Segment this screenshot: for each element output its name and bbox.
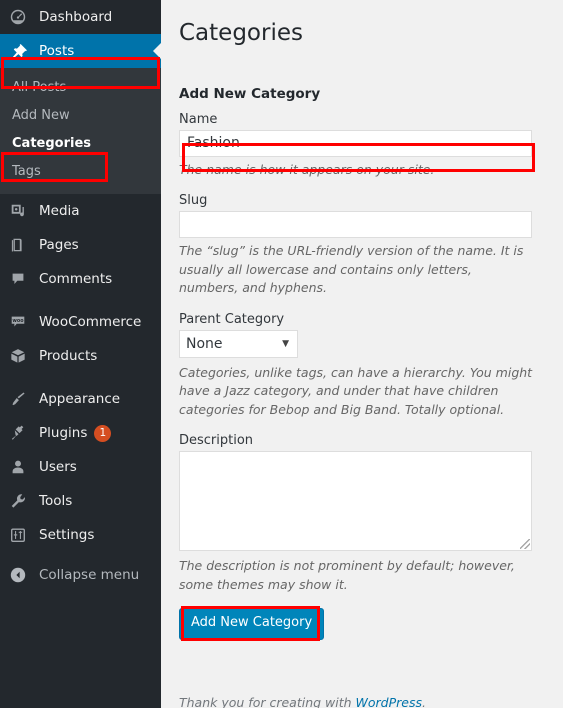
sidebar-item-pages[interactable]: Pages: [0, 228, 161, 262]
parent-category-help-text: Categories, unlike tags, can have a hier…: [179, 364, 533, 417]
sidebar-item-plugins[interactable]: Plugins 1: [0, 416, 161, 450]
collapse-menu-button[interactable]: Collapse menu: [0, 558, 161, 592]
slug-field-label: Slug: [179, 193, 208, 209]
svg-text:woo: woo: [12, 318, 24, 324]
user-icon: [9, 457, 31, 477]
active-menu-arrow-icon: [153, 43, 161, 59]
sidebar-item-label: WooCommerce: [39, 314, 142, 330]
sidebar-subitem-add-new[interactable]: Add New: [0, 102, 161, 130]
sidebar-item-settings[interactable]: Settings: [0, 518, 161, 552]
slug-help-text: The “slug” is the URL-friendly version o…: [179, 243, 524, 296]
parent-category-select[interactable]: None ▼: [179, 329, 298, 358]
sidebar-item-media[interactable]: Media: [0, 194, 161, 228]
admin-sidebar-menu: Dashboard Posts All Posts Add New Catego…: [0, 0, 161, 708]
paintbrush-icon: [9, 389, 31, 409]
resize-handle-icon[interactable]: [520, 539, 530, 550]
sidebar-item-label: Comments: [39, 271, 113, 287]
sidebar-subitem-tags[interactable]: Tags: [0, 158, 161, 186]
name-help-text: The name is how it appears on your site.: [179, 161, 435, 177]
sidebar-item-label: Plugins: [39, 425, 88, 441]
box-icon: [9, 346, 31, 366]
add-new-category-submit-button[interactable]: Add New Category: [179, 608, 325, 641]
wordpress-admin-screen: Dashboard Posts All Posts Add New Catego…: [0, 0, 563, 708]
plug-icon: [9, 423, 31, 443]
media-icon: [9, 201, 31, 221]
sidebar-item-label: Tools: [39, 493, 73, 509]
footer-text-before: Thank you for creating with: [179, 695, 356, 708]
add-new-category-heading: Add New Category: [179, 85, 321, 102]
sidebar-subitem-categories[interactable]: Categories: [0, 130, 161, 158]
sidebar-item-products[interactable]: Products: [0, 339, 161, 373]
collapse-menu-label: Collapse menu: [39, 567, 140, 583]
name-input[interactable]: [179, 129, 532, 157]
sidebar-item-dashboard[interactable]: Dashboard: [0, 0, 161, 34]
sidebar-subitem-all-posts[interactable]: All Posts: [0, 74, 161, 102]
description-textarea-wrapper[interactable]: [179, 451, 532, 552]
page-title: Categories: [179, 20, 303, 46]
sidebar-item-posts[interactable]: Posts: [0, 34, 161, 68]
name-field-label: Name: [179, 111, 218, 127]
posts-submenu: All Posts Add New Categories Tags: [0, 68, 161, 194]
sliders-icon: [9, 525, 31, 545]
sidebar-item-label: Dashboard: [39, 9, 113, 25]
footer-credit: Thank you for creating with WordPress.: [179, 695, 426, 708]
main-content-area: Categories Add New Category Name The nam…: [161, 0, 563, 708]
description-help-text: The description is not prominent by defa…: [179, 558, 515, 592]
sidebar-item-comments[interactable]: Comments: [0, 262, 161, 296]
sidebar-item-label: Appearance: [39, 391, 121, 407]
sidebar-item-label: Pages: [39, 237, 79, 253]
sidebar-item-label: Posts: [39, 43, 75, 59]
pages-icon: [9, 235, 31, 255]
sidebar-item-tools[interactable]: Tools: [0, 484, 161, 518]
wrench-icon: [9, 491, 31, 511]
parent-category-selected-value: None: [186, 335, 223, 352]
description-field-label: Description: [179, 433, 254, 449]
comment-bubble-icon: [9, 269, 31, 289]
parent-category-label: Parent Category: [179, 311, 285, 327]
sidebar-item-label: Media: [39, 203, 80, 219]
sidebar-item-users[interactable]: Users: [0, 450, 161, 484]
sidebar-item-label: Settings: [39, 527, 95, 543]
sidebar-item-woocommerce[interactable]: woo WooCommerce: [0, 305, 161, 339]
menu-separator: [0, 373, 161, 382]
pin-icon: [9, 41, 31, 61]
menu-separator: [0, 296, 161, 305]
wordpress-link[interactable]: WordPress: [356, 695, 422, 708]
dashboard-gauge-icon: [9, 7, 31, 27]
woocommerce-icon: woo: [9, 312, 31, 332]
slug-input[interactable]: [179, 211, 532, 239]
chevron-down-icon: ▼: [282, 338, 289, 349]
sidebar-item-appearance[interactable]: Appearance: [0, 382, 161, 416]
sidebar-item-label: Products: [39, 348, 98, 364]
footer-text-after: .: [422, 695, 426, 708]
collapse-left-arrow-icon: [9, 565, 31, 585]
sidebar-item-label: Users: [39, 459, 77, 475]
plugins-update-badge: 1: [94, 424, 112, 442]
